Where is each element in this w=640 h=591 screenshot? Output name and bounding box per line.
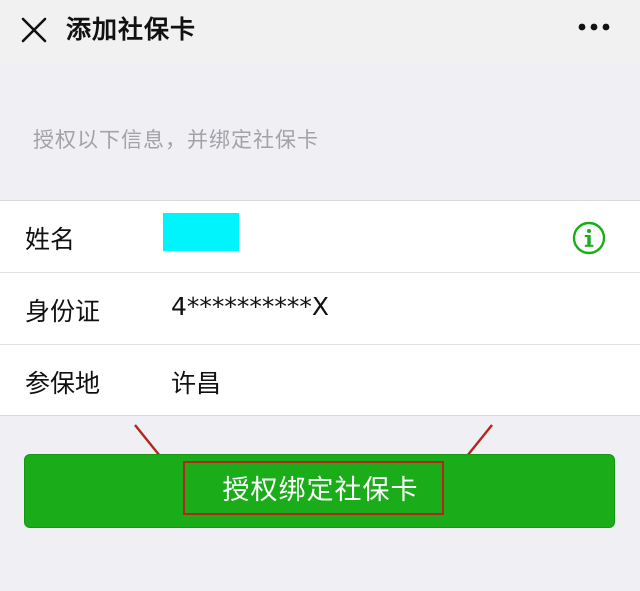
authorization-notice: 授权以下信息，并绑定社保卡 xyxy=(33,128,319,152)
page-title: 添加社保卡 xyxy=(66,15,197,44)
annotation-highlight-box xyxy=(183,461,444,515)
name-label: 姓名 xyxy=(25,225,76,254)
close-button[interactable] xyxy=(16,12,52,48)
info-card: 姓名 身份证 4**********X 参保地 许昌 xyxy=(0,200,640,416)
row-id-card: 身份证 4**********X xyxy=(0,273,640,344)
more-button[interactable] xyxy=(574,12,614,42)
close-icon xyxy=(21,17,47,43)
nav-header: 添加社保卡 xyxy=(0,0,640,64)
id-card-value: 4**********X xyxy=(171,292,330,321)
insured-location-label: 参保地 xyxy=(25,369,101,398)
insured-location-value: 许昌 xyxy=(171,369,222,398)
row-insured-location: 参保地 许昌 xyxy=(0,345,640,416)
redacted-name-block xyxy=(163,213,239,251)
id-card-label: 身份证 xyxy=(25,297,101,326)
info-icon[interactable] xyxy=(572,221,606,255)
more-dots-icon xyxy=(578,23,610,31)
row-name: 姓名 xyxy=(0,201,640,272)
